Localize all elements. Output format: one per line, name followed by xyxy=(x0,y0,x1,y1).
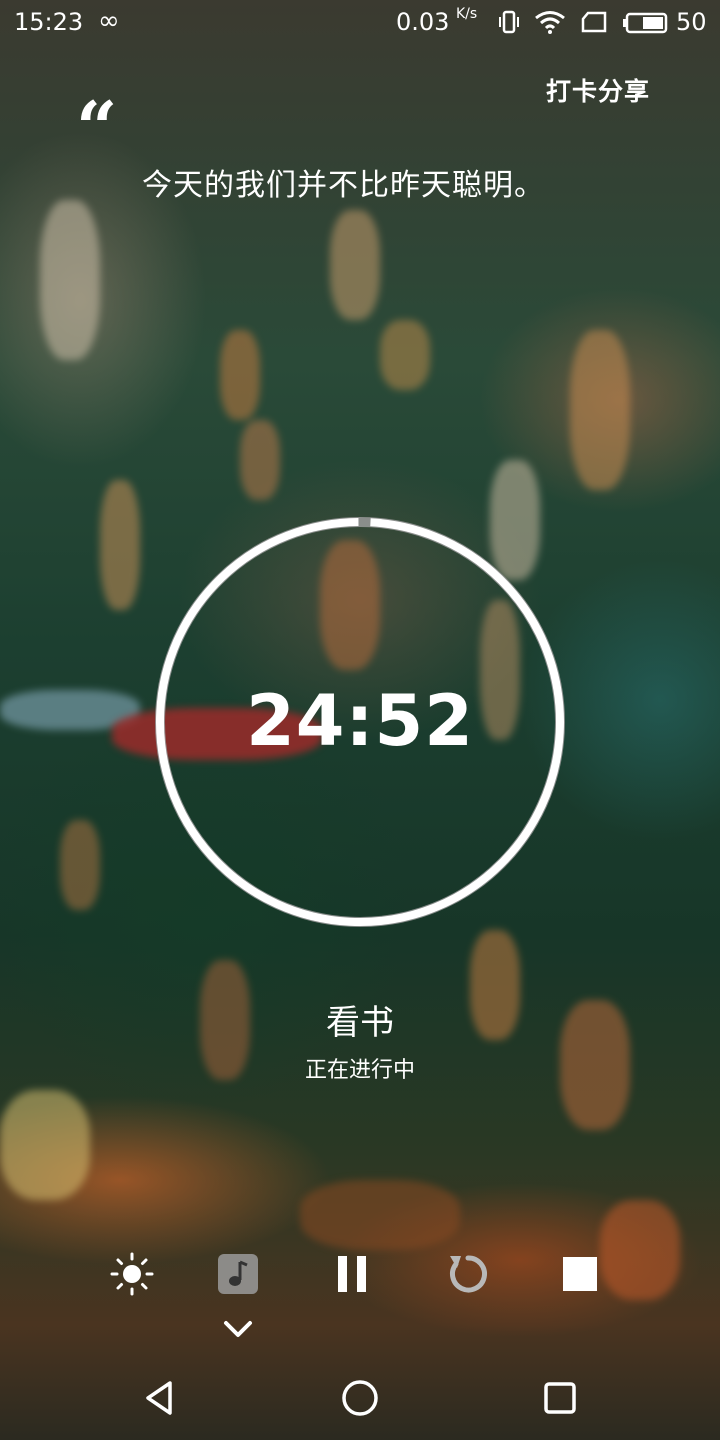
nav-back-button[interactable] xyxy=(134,1372,186,1424)
vibrate-icon xyxy=(499,10,519,34)
restart-button[interactable] xyxy=(442,1248,494,1300)
brightness-icon xyxy=(110,1252,154,1296)
share-checkin-button[interactable]: 打卡分享 xyxy=(546,72,650,108)
nav-recents-button[interactable] xyxy=(534,1372,586,1424)
sim-icon xyxy=(581,11,607,33)
recents-square-icon xyxy=(544,1382,576,1414)
quote-text: 今天的我们并不比昨天聪明。 xyxy=(142,168,545,203)
back-triangle-icon xyxy=(146,1381,172,1415)
infinity-icon: ∞ xyxy=(98,6,120,36)
pause-button[interactable] xyxy=(326,1248,378,1300)
battery-icon xyxy=(623,12,668,34)
network-speed-unit: K/s xyxy=(456,6,478,22)
wifi-icon xyxy=(535,11,565,34)
pause-icon xyxy=(338,1256,366,1292)
music-note-icon xyxy=(218,1254,258,1294)
battery-level: 50 xyxy=(676,8,707,36)
nav-home-button[interactable] xyxy=(334,1372,386,1424)
brightness-button[interactable] xyxy=(106,1248,158,1300)
music-button[interactable] xyxy=(212,1248,264,1300)
task-name: 看书 xyxy=(326,1003,394,1043)
stop-button[interactable] xyxy=(554,1248,606,1300)
status-time: 15:23 xyxy=(14,8,84,36)
stop-icon xyxy=(563,1257,597,1291)
restart-icon xyxy=(450,1255,487,1293)
chevron-down-icon[interactable] xyxy=(218,1314,258,1344)
home-circle-icon xyxy=(342,1380,378,1416)
quote-mark-icon: “ xyxy=(76,85,118,170)
timer-countdown: 24:52 xyxy=(246,680,474,762)
network-speed: 0.03 xyxy=(396,8,450,36)
task-status: 正在进行中 xyxy=(304,1058,415,1083)
status-bar: 15:23 ∞ 0.03 K/s 50 xyxy=(0,0,720,46)
